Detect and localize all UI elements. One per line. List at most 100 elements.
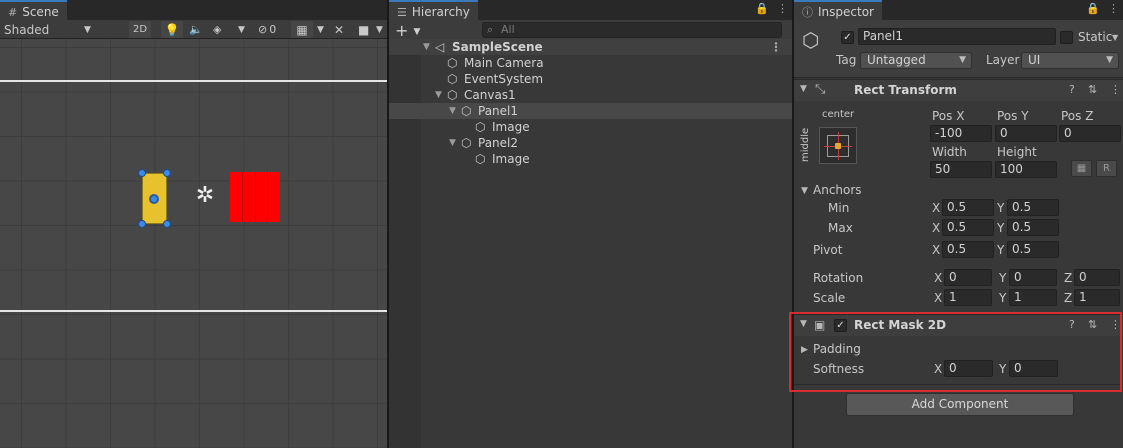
resize-handle[interactable] [163,169,171,177]
add-component-button[interactable]: Add Component [846,393,1074,416]
hierarchy-item-panel1[interactable]: ▼ ⬡ Panel1 [389,103,792,119]
panel2-rect[interactable] [230,172,280,222]
camera-icon[interactable]: ■ [358,21,374,38]
object-name-field[interactable]: Panel1 [858,28,1056,45]
help-icon[interactable]: ? [1069,318,1075,331]
expand-arrow-icon[interactable]: ▼ [435,90,447,100]
grid-toggle-icon[interactable]: ▦ [291,21,313,38]
inspector-tab-actions: 🔒 ⋮ [1086,2,1119,15]
hierarchy-item-label: EventSystem [464,72,544,86]
more-menu-icon[interactable]: ⋮ [770,40,782,54]
collapse-arrow-icon[interactable]: ▼ [800,319,807,329]
anchor-max-y-field[interactable]: 0.5 [1007,219,1059,236]
rect-mask-2d-header[interactable]: ▼ ▣ ✓ Rect Mask 2D ? ⇅ ⋮ [794,314,1123,336]
tab-scene[interactable]: # Scene [0,0,67,20]
lighting-icon[interactable]: 💡 [161,21,183,38]
more-menu-icon[interactable]: ⋮ [777,2,788,15]
rect-mask-enabled-checkbox[interactable]: ✓ [834,319,847,332]
anchor-h-label: center [822,109,855,120]
effects-icon[interactable]: ◈ [213,21,233,38]
chevron-down-icon: ▼ [959,55,966,65]
pos-x-field[interactable]: -100 [930,125,992,142]
tab-hierarchy[interactable]: ☰ Hierarchy [389,0,478,20]
pos-z-field[interactable]: 0 [1059,125,1121,142]
scale-z-field[interactable]: 1 [1074,289,1120,306]
hierarchy-item-image[interactable]: ⬡ Image [389,151,792,167]
unity-scene-icon: ◁ [435,40,445,54]
axis-x-label: X [934,362,943,376]
softness-x-field[interactable]: 0 [944,360,993,377]
hierarchy-search-input[interactable]: ⌕ All [482,22,782,38]
add-object-button[interactable]: + ▼ [395,21,420,40]
expand-arrow-icon[interactable]: ▼ [449,138,461,148]
hidden-objects-toggle[interactable]: ⊘ 0 [258,21,288,38]
hierarchy-item-eventsystem[interactable]: ⬡ EventSystem [389,71,792,87]
collapse-arrow-icon[interactable]: ▼ [800,84,807,94]
pos-z-label: Pos Z [1061,109,1094,123]
gameobject-cube-icon: ⬡ [447,72,458,86]
more-menu-icon[interactable]: ⋮ [1110,318,1121,331]
shading-mode-dropdown[interactable]: Shaded ▼ [4,21,94,38]
blueprint-mode-button[interactable]: ▦ [1071,160,1092,177]
tab-scene-label: Scene [22,5,59,19]
hierarchy-item-samplescene[interactable]: ▼ ◁ SampleScene ⋮ [389,39,792,55]
rect-transform-header[interactable]: ▼ ⤡ Rect Transform ? ⇅ ⋮ [794,79,1123,101]
axis-y-label: Y [999,362,1007,376]
scale-y-field[interactable]: 1 [1009,289,1057,306]
raw-edit-button[interactable]: R [1096,160,1117,177]
pivot-handle[interactable] [149,194,159,204]
expand-arrow-icon[interactable]: ▼ [423,42,435,52]
component-divider [794,384,1123,385]
resize-handle[interactable] [163,220,171,228]
help-icon[interactable]: ? [1069,83,1075,96]
static-checkbox[interactable] [1060,31,1073,44]
hierarchy-item-main-camera[interactable]: ⬡ Main Camera [389,55,792,71]
tab-inspector[interactable]: ⓘ Inspector [794,0,882,20]
chevron-down-icon[interactable]: ▼ [1112,33,1118,42]
resize-handle[interactable] [138,169,146,177]
scene-viewport[interactable]: ✲ [0,39,387,448]
pivot-y-field[interactable]: 0.5 [1007,241,1059,258]
anchor-min-x-field[interactable]: 0.5 [942,199,994,216]
chevron-down-icon[interactable]: ▼ [317,21,329,38]
active-checkbox[interactable]: ✓ [841,31,854,44]
expand-arrow-icon[interactable]: ▼ [449,106,461,116]
anchor-preset-button[interactable] [819,127,857,164]
scale-x-field[interactable]: 1 [944,289,992,306]
lock-icon[interactable]: 🔒 [1086,2,1100,15]
more-menu-icon[interactable]: ⋮ [1108,2,1119,15]
height-field[interactable]: 100 [995,161,1057,178]
rotation-z-field[interactable]: 0 [1074,269,1120,286]
pos-y-field[interactable]: 0 [995,125,1057,142]
hierarchy-item-panel2[interactable]: ▼ ⬡ Panel2 [389,135,792,151]
hierarchy-item-image[interactable]: ⬡ Image [389,119,792,135]
rotation-x-field[interactable]: 0 [944,269,992,286]
pivot-x-field[interactable]: 0.5 [942,241,994,258]
anchor-min-y-field[interactable]: 0.5 [1007,199,1059,216]
layer-dropdown[interactable]: UI ▼ [1021,52,1119,69]
more-menu-icon[interactable]: ⋮ [1110,83,1121,96]
tag-dropdown[interactable]: Untagged ▼ [860,52,972,69]
scale-x-value: 1 [949,290,957,304]
softness-y-field[interactable]: 0 [1009,360,1058,377]
toggle-2d-button[interactable]: 2D [129,21,151,38]
expand-arrow-icon[interactable]: ▶ [801,345,808,355]
chevron-down-icon[interactable]: ▼ [238,21,250,38]
rotation-y-field[interactable]: 0 [1009,269,1057,286]
rotation-y-value: 0 [1014,270,1022,284]
tag-label: Tag [836,53,857,67]
chevron-down-icon[interactable]: ▼ [376,21,386,38]
audio-icon[interactable]: 🔈 [189,21,209,38]
anchor-max-x-field[interactable]: 0.5 [942,219,994,236]
grid-icon: # [8,5,18,19]
presets-icon[interactable]: ⇅ [1088,318,1097,331]
width-field[interactable]: 50 [930,161,992,178]
tools-icon[interactable]: ✕ [334,21,354,38]
lock-icon[interactable]: 🔒 [755,2,769,15]
presets-icon[interactable]: ⇅ [1088,83,1097,96]
anchor-gizmo-icon[interactable]: ✲ [193,184,217,208]
resize-handle[interactable] [138,220,146,228]
collapse-arrow-icon[interactable]: ▼ [801,186,808,196]
hierarchy-item-canvas1[interactable]: ▼ ⬡ Canvas1 [389,87,792,103]
rotation-z-value: 0 [1079,270,1087,284]
